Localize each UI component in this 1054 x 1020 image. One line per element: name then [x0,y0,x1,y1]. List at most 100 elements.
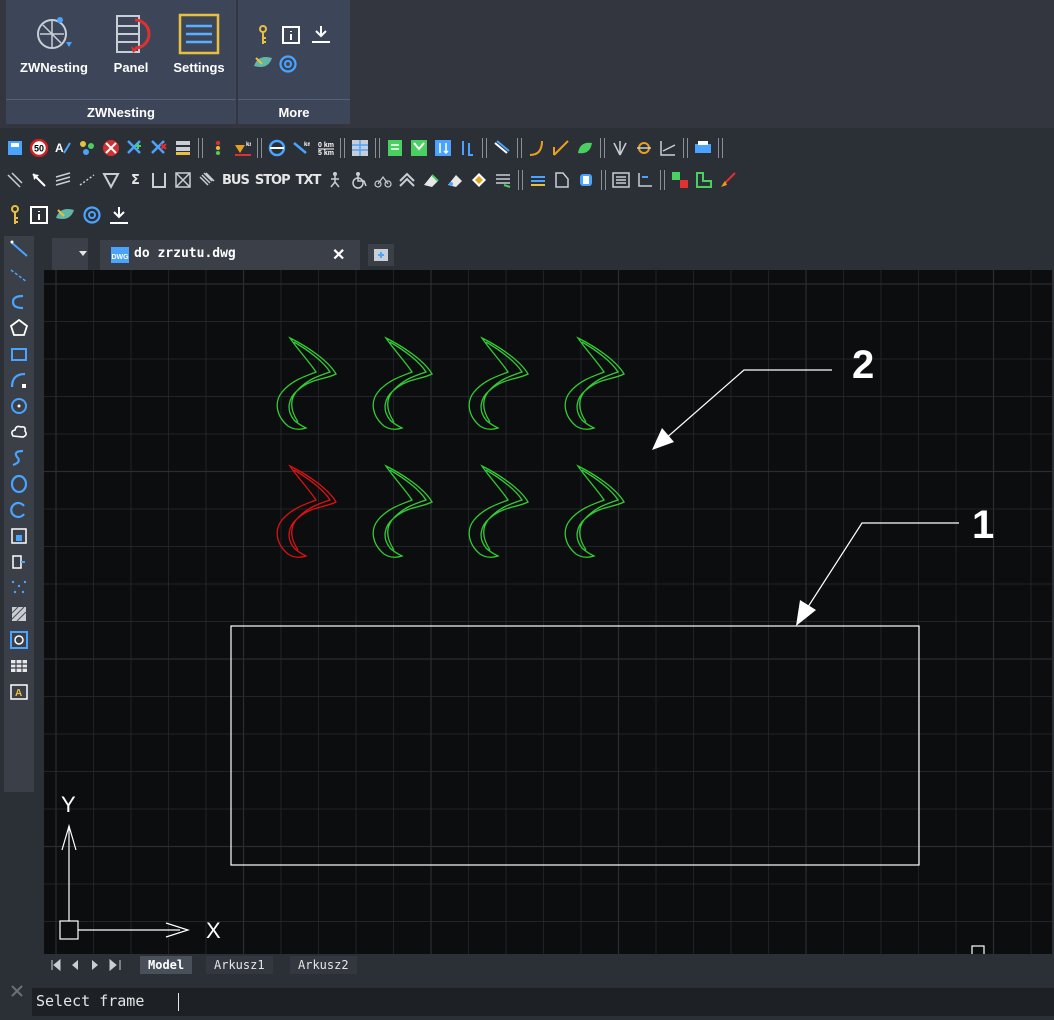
region-tool-icon[interactable] [9,630,29,650]
tab-document[interactable]: DWG do zrzutu.dwg ✕ [100,240,360,270]
panel-button[interactable]: Panel [102,12,160,75]
column-icon[interactable] [458,139,476,157]
traffic-light-icon[interactable] [209,139,227,157]
leaf-icon[interactable] [252,54,274,72]
info-marker-icon[interactable] [254,24,272,46]
filter-icon[interactable] [410,139,428,157]
info-icon[interactable] [282,26,300,44]
stripes-icon[interactable] [198,171,216,189]
tab-close-icon[interactable]: ✕ [332,245,345,265]
stop-icon[interactable]: STOP [255,173,291,188]
cross-add-icon[interactable] [126,139,144,157]
hatch-tool-icon[interactable] [9,604,29,624]
no-entry-icon[interactable] [102,139,120,157]
layer-stack-icon[interactable] [494,171,512,189]
cross-remove-icon[interactable] [150,139,168,157]
km-marker-icon[interactable]: km [233,139,251,157]
print-icon[interactable] [694,139,712,157]
leaf-icon[interactable] [54,206,76,224]
points-icon[interactable] [78,139,96,157]
pencil-icon[interactable] [446,171,464,189]
km-slope-icon[interactable]: km [292,139,310,157]
ellipse-tool-icon[interactable] [9,474,29,494]
graph-icon[interactable] [659,139,677,157]
bracket-icon[interactable] [150,171,168,189]
nested-part-green[interactable] [468,336,529,430]
insert-point-icon[interactable] [108,205,130,225]
axes-icon[interactable] [636,171,654,189]
table-icon[interactable] [351,139,369,157]
rectangle-tool-icon[interactable] [9,344,29,364]
txt-icon[interactable]: TXT [296,173,322,188]
arc-tool-icon[interactable] [9,370,29,390]
distance-icon[interactable]: 0 km 5 km [316,139,334,157]
layout-nav-icons[interactable] [50,958,134,972]
green-doc-icon[interactable] [386,139,404,157]
slope-icon[interactable] [552,139,570,157]
cyclist-icon[interactable] [374,171,393,189]
red-green-icon[interactable] [671,171,689,189]
tab-list-dropdown[interactable] [52,238,88,270]
step-icon[interactable] [695,171,713,189]
circle-zone-icon[interactable] [268,139,286,157]
gear-layer-icon[interactable] [635,139,653,157]
leaf-green-icon[interactable] [576,139,594,157]
nested-part-red[interactable] [276,464,337,558]
pick-arrow-icon[interactable] [719,171,737,189]
command-line[interactable]: Select frame [32,988,1054,1016]
new-tab-button[interactable] [368,244,394,266]
at-icon[interactable] [278,54,298,74]
pedestrian-icon[interactable] [326,171,344,189]
line-tool-icon[interactable] [9,238,29,258]
profile-icon[interactable] [553,171,571,189]
construction-line-icon[interactable] [9,264,29,284]
wheelchair-icon[interactable] [350,171,368,189]
tab-arkusz2[interactable]: Arkusz2 [290,956,357,974]
sort-icon[interactable] [434,139,452,157]
dotted-line-icon[interactable] [78,171,96,189]
nested-part-green[interactable] [372,336,433,430]
ellipse-arc-tool-icon[interactable] [9,500,29,520]
sum-icon[interactable]: Σ [126,171,144,189]
polyline-tool-icon[interactable] [9,292,29,312]
nested-part-green[interactable] [468,464,529,558]
make-block-icon[interactable] [9,552,29,572]
eraser-icon[interactable] [422,171,440,189]
fan-icon[interactable] [611,139,629,157]
zwnesting-button[interactable]: ZWNesting [8,12,100,75]
insert-point-icon[interactable] [310,24,332,44]
nested-part-green[interactable] [276,336,337,430]
nested-part-green[interactable] [564,336,625,430]
hatch-lines-icon[interactable] [6,171,24,189]
box-cross-icon[interactable] [174,171,192,189]
drawing-canvas[interactable]: 2 1 Y X [44,270,1052,954]
tab-model[interactable]: Model [140,956,193,974]
info-marker-icon[interactable] [6,204,24,226]
cylinder-icon[interactable] [577,171,595,189]
bus-icon[interactable]: BUS [222,173,250,188]
save-icon[interactable] [6,139,24,157]
arrow-line-icon[interactable] [30,171,48,189]
polygon-tool-icon[interactable] [9,318,29,338]
point-tool-icon[interactable] [9,578,29,598]
nested-part-green[interactable] [564,464,625,558]
diagonal-icon[interactable] [493,139,511,157]
at-icon[interactable] [82,205,102,225]
chevron-up-icon[interactable] [398,171,416,189]
layers-icon[interactable] [174,139,192,157]
revision-cloud-icon[interactable] [9,422,29,442]
spline-tool-icon[interactable] [9,448,29,468]
tab-arkusz1[interactable]: Arkusz1 [206,956,273,974]
dimension-icon[interactable] [529,171,547,189]
circle-tool-icon[interactable] [9,396,29,416]
text-style-icon[interactable]: A [54,139,72,157]
nesting-frame[interactable] [230,625,920,866]
curve-icon[interactable] [528,139,546,157]
diamond-icon[interactable] [470,171,488,189]
triangle-icon[interactable] [102,171,120,189]
nested-part-green[interactable] [372,464,433,558]
insert-block-icon[interactable] [9,526,29,546]
list-icon[interactable] [612,171,631,189]
speed-limit-icon[interactable]: 50 [30,139,48,157]
multi-line-icon[interactable] [54,171,72,189]
